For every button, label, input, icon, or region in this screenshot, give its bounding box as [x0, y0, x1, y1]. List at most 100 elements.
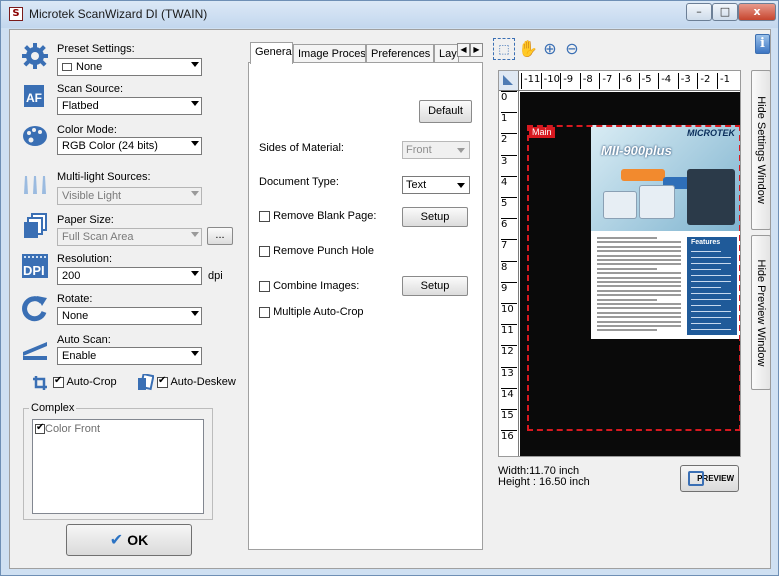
- tab-preferences[interactable]: Preferences: [366, 44, 434, 63]
- ruler-tick: 7: [501, 239, 517, 252]
- remove-blank-page-label: Remove Blank Page:: [273, 210, 377, 222]
- ruler-tick: 1: [501, 112, 517, 125]
- ruler-corner-icon[interactable]: [499, 71, 519, 91]
- preset-settings-label: Preset Settings:: [57, 43, 135, 55]
- ruler-tick: 16: [501, 430, 517, 443]
- auto-scan-select[interactable]: Enable: [57, 347, 202, 365]
- scanner-icon: [23, 342, 47, 360]
- ruler-tick: -9: [560, 73, 573, 89]
- combine-images-checkbox[interactable]: Combine Images:: [259, 280, 359, 292]
- preview-area[interactable]: -11 -10 -9 -8 -7 -6 -5 -4 -3 -2 -1 0 1 2 3 4 5 6 7 8 9 10 11 1…: [498, 70, 741, 457]
- remove-blank-page-checkbox[interactable]: Remove Blank Page:: [259, 210, 376, 222]
- chevron-down-icon: [454, 144, 467, 156]
- chevron-down-icon: [191, 191, 199, 196]
- chevron-down-icon: [191, 101, 199, 106]
- settings-panel: Preset Settings: None AF Scan Source: Fl…: [10, 30, 236, 570]
- tab-scroll-right-button[interactable]: ▶: [470, 43, 483, 57]
- ruler-tick: 5: [501, 197, 517, 210]
- maximize-button[interactable]: □: [712, 3, 738, 21]
- ruler-tick: -6: [619, 73, 632, 89]
- hide-settings-window-button[interactable]: Hide Settings Window: [751, 70, 771, 230]
- chevron-down-icon: [191, 311, 199, 316]
- title-bar[interactable]: S Microtek ScanWizard DI (TWAIN) – □ x: [1, 1, 778, 28]
- ruler-tick: -5: [638, 73, 652, 89]
- combine-images-check[interactable]: [259, 280, 270, 292]
- ruler-tick: 10: [501, 303, 517, 316]
- paper-size-value: Full Scan Area: [62, 231, 134, 243]
- remove-punch-hole-check[interactable]: [259, 245, 270, 257]
- crop-icon: [33, 376, 47, 390]
- multiple-auto-crop-check[interactable]: [259, 306, 270, 318]
- complex-group-label: Complex: [29, 402, 77, 414]
- auto-crop-check[interactable]: [53, 375, 64, 388]
- hand-icon[interactable]: ✋: [517, 38, 539, 60]
- resolution-label: Resolution:: [57, 253, 113, 265]
- paper-size-select[interactable]: Full Scan Area: [57, 228, 202, 246]
- ruler-tick: 6: [501, 218, 517, 231]
- complex-list[interactable]: Color Front: [32, 419, 204, 514]
- preview-button[interactable]: PREVIEW: [680, 465, 739, 492]
- color-front-check[interactable]: [35, 422, 45, 435]
- auto-crop-checkbox[interactable]: Auto-Crop: [53, 375, 117, 388]
- vertical-ruler: 0 1 2 3 4 5 6 7 8 9 10 11 12 13 14 15 16: [499, 91, 519, 456]
- resolution-value: 200: [62, 270, 81, 282]
- tab-image-process[interactable]: Image Process: [293, 44, 366, 63]
- ruler-tick: 8: [501, 260, 517, 274]
- chevron-down-icon: [191, 351, 199, 356]
- color-mode-select[interactable]: RGB Color (24 bits): [57, 137, 202, 155]
- paper-stack-icon: [24, 213, 47, 238]
- rotate-label: Rotate:: [57, 293, 93, 305]
- preset-settings-value: None: [76, 61, 103, 73]
- remove-punch-hole-label: Remove Punch Hole: [273, 245, 374, 257]
- ok-button[interactable]: ✔ OK: [66, 524, 192, 556]
- ruler-tick: -3: [677, 73, 691, 89]
- zoom-in-icon[interactable]: ⊕: [539, 38, 561, 60]
- remove-punch-hole-checkbox[interactable]: Remove Punch Hole: [259, 245, 374, 257]
- multiple-auto-crop-checkbox[interactable]: Multiple Auto-Crop: [259, 306, 364, 318]
- ruler-tick: 3: [501, 154, 517, 168]
- rotate-select[interactable]: None: [57, 307, 202, 325]
- color-mode-label: Color Mode:: [57, 124, 117, 136]
- document-type-select[interactable]: Text: [402, 176, 470, 194]
- auto-deskew-checkbox[interactable]: Auto-Deskew: [157, 375, 236, 388]
- scan-source-select[interactable]: Flatbed: [57, 97, 202, 115]
- combine-images-setup-button[interactable]: Setup: [402, 276, 468, 296]
- ruler-tick: 2: [501, 133, 517, 146]
- minimize-button[interactable]: –: [686, 3, 712, 21]
- close-button[interactable]: x: [738, 3, 776, 21]
- palette-icon: [23, 126, 47, 146]
- horizontal-ruler: -11 -10 -9 -8 -7 -6 -5 -4 -3 -2 -1: [499, 71, 740, 91]
- sides-of-material-select[interactable]: Front: [402, 141, 470, 159]
- scan-frame[interactable]: Main: [527, 125, 740, 431]
- gear-icon: [22, 43, 48, 69]
- remove-blank-page-setup-button[interactable]: Setup: [402, 207, 468, 227]
- default-button[interactable]: Default: [419, 100, 472, 123]
- select-frame-icon[interactable]: ⬚: [493, 38, 515, 60]
- dpi-icon: DPI: [22, 254, 48, 278]
- remove-blank-page-check[interactable]: [259, 210, 270, 222]
- tab-scroll-left-button[interactable]: ◀: [457, 43, 470, 57]
- auto-scan-value: Enable: [62, 350, 97, 362]
- color-mode-value: RGB Color (24 bits): [62, 140, 158, 152]
- scan-dimensions: Width:11.70 inch Height : 16.50 inch: [498, 466, 590, 488]
- auto-deskew-check[interactable]: [157, 375, 168, 388]
- svg-text:DPI: DPI: [23, 263, 45, 278]
- tab-layout[interactable]: Layo: [434, 44, 459, 63]
- info-icon[interactable]: i: [755, 34, 770, 54]
- ruler-tick: -11: [521, 73, 540, 89]
- preset-settings-select[interactable]: None: [57, 58, 202, 76]
- preview-icon: [688, 471, 704, 486]
- zoom-out-icon[interactable]: ⊖: [561, 38, 583, 60]
- list-item[interactable]: Color Front: [35, 422, 100, 435]
- frame-label: Main: [529, 127, 555, 138]
- window-title: Microtek ScanWizard DI (TWAIN): [29, 7, 208, 21]
- multi-light-select[interactable]: Visible Light: [57, 187, 202, 205]
- resolution-unit: dpi: [208, 270, 223, 282]
- paper-size-more-button[interactable]: ...: [207, 227, 233, 245]
- ruler-tick: 4: [501, 175, 517, 189]
- light-bars-icon: [24, 176, 46, 194]
- resolution-select[interactable]: 200: [57, 267, 202, 285]
- general-tab-panel: Default Sides of Material: Front Documen…: [248, 62, 483, 550]
- tab-general[interactable]: General: [250, 42, 293, 64]
- hide-preview-window-button[interactable]: Hide Preview Window: [751, 235, 771, 390]
